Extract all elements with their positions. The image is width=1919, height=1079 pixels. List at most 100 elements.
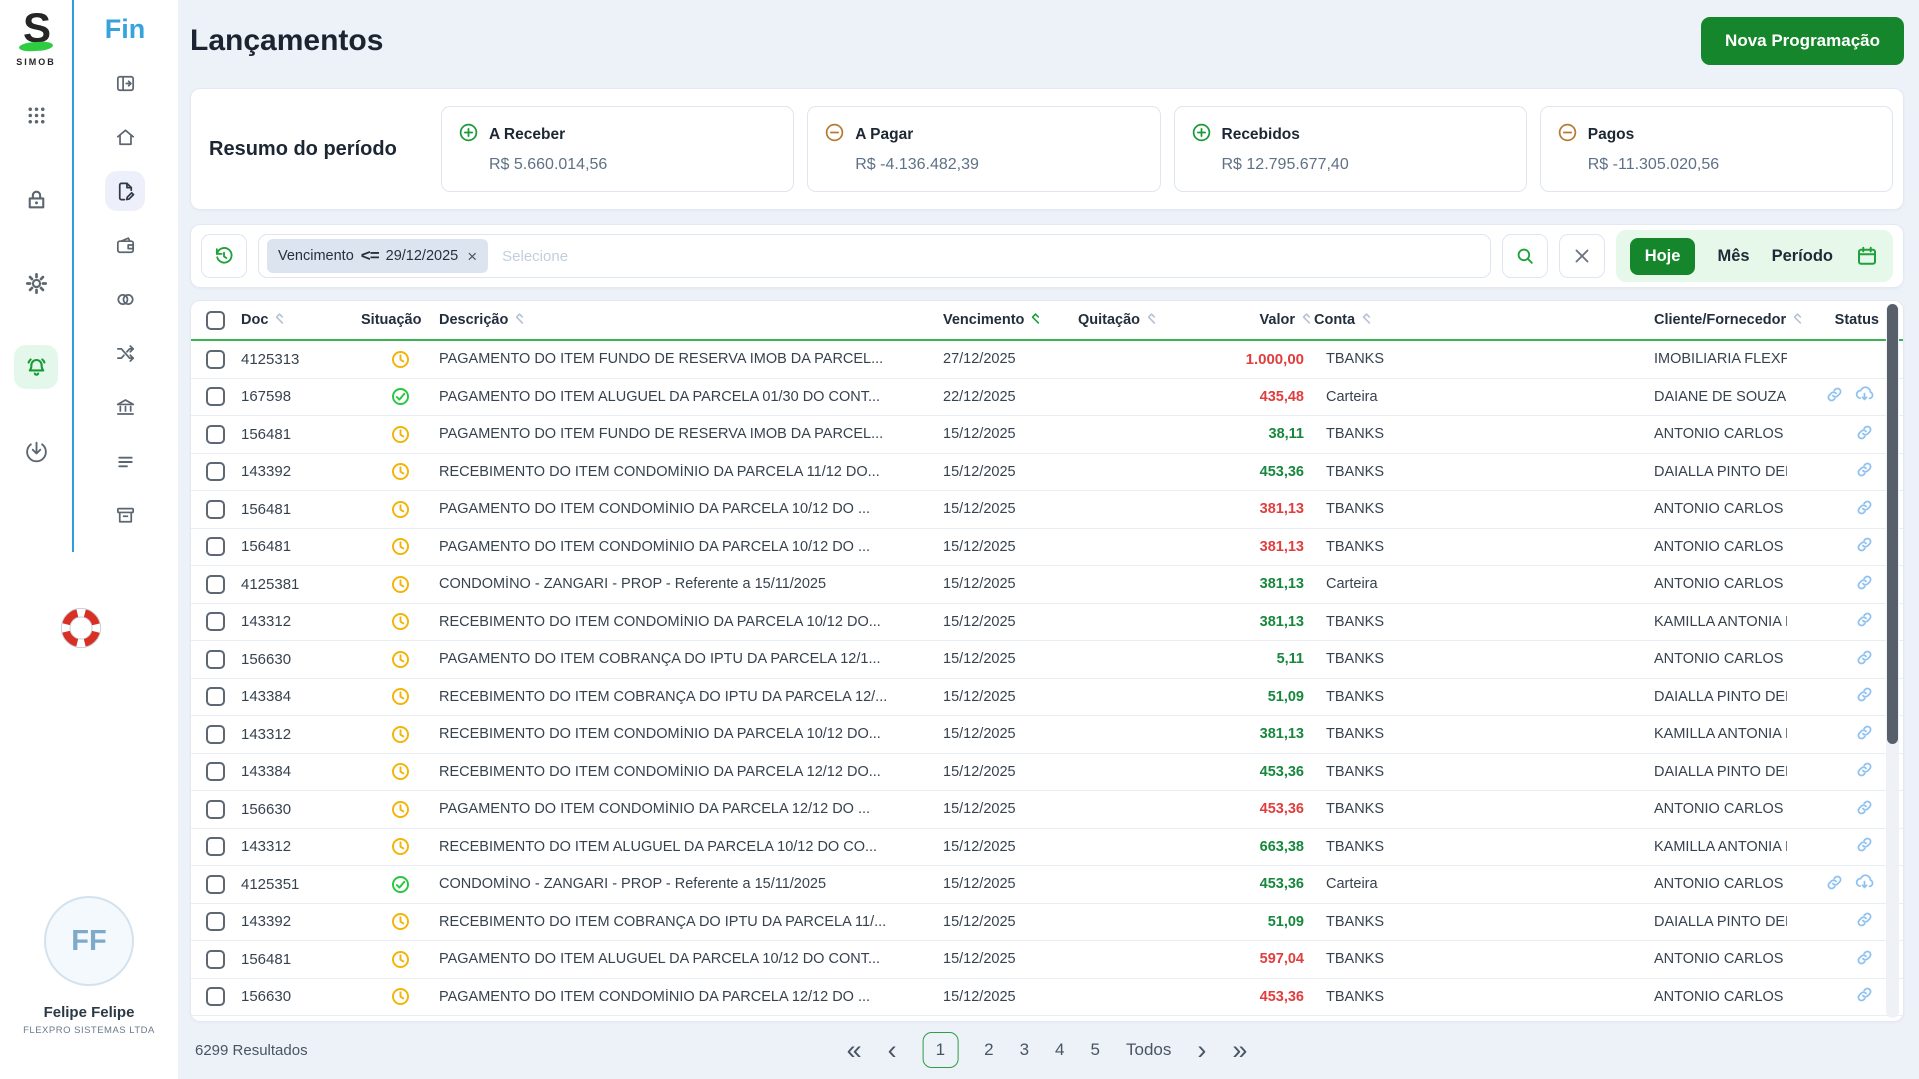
summary-card-3[interactable]: Pagos R$ -11.305.020,56	[1540, 106, 1893, 192]
bell-icon[interactable]	[14, 345, 58, 389]
cloud-download-icon[interactable]	[1854, 384, 1875, 409]
table-row[interactable]: 143384 RECEBIMENTO DO ITEM COBRANÇA DO I…	[191, 679, 1903, 717]
row-checkbox[interactable]	[206, 687, 225, 706]
column-header-3[interactable]: Vencimento	[943, 311, 1078, 330]
table-row[interactable]: 4125351 CONDOMÍNO - ZANGARI - PROP - Ref…	[191, 866, 1903, 904]
column-header-7[interactable]: Cliente/Fornecedor	[1542, 311, 1787, 330]
table-row[interactable]: 143384 RECEBIMENTO DO ITEM CONDOMÍNIO DA…	[191, 754, 1903, 792]
table-row[interactable]: 143312 RECEBIMENTO DO ITEM CONDOMÍNIO DA…	[191, 604, 1903, 642]
table-row[interactable]: 156630 PAGAMENTO DO ITEM CONDOMÍNIO DA P…	[191, 979, 1903, 1017]
wallet-icon[interactable]	[105, 225, 145, 265]
sort-icon[interactable]	[272, 311, 287, 330]
list-lines-icon[interactable]	[105, 441, 145, 481]
table-row[interactable]: 156481 PAGAMENTO DO ITEM ALUGUEL DA PARC…	[191, 941, 1903, 979]
row-checkbox[interactable]	[206, 800, 225, 819]
link-icon[interactable]	[1854, 534, 1875, 559]
range-mês-button[interactable]: Mês	[1717, 247, 1749, 266]
row-checkbox[interactable]	[206, 837, 225, 856]
prev-page-button[interactable]: ‹	[888, 1037, 897, 1064]
link-icon[interactable]	[1854, 647, 1875, 672]
link-icon[interactable]	[1854, 572, 1875, 597]
user-profile[interactable]: FF Felipe Felipe FLEXPRO SISTEMAS LTDA	[0, 896, 178, 1036]
page-button-1[interactable]: 1	[923, 1032, 958, 1068]
avatar[interactable]: FF	[44, 896, 134, 986]
link-icon[interactable]	[1854, 909, 1875, 934]
reset-filters-button[interactable]	[201, 234, 247, 278]
row-checkbox[interactable]	[206, 537, 225, 556]
first-page-button[interactable]: «	[847, 1037, 862, 1064]
column-header-1[interactable]: Situação	[361, 312, 439, 328]
row-checkbox[interactable]	[206, 575, 225, 594]
link-icon[interactable]	[1854, 834, 1875, 859]
row-checkbox[interactable]	[206, 762, 225, 781]
panel-expand-icon[interactable]	[105, 63, 145, 103]
page-button-3[interactable]: 3	[1020, 1040, 1029, 1060]
row-checkbox[interactable]	[206, 500, 225, 519]
shuffle-icon[interactable]	[105, 333, 145, 373]
table-row[interactable]: 156630 PAGAMENTO DO ITEM COBRANÇA DO IPT…	[191, 641, 1903, 679]
page-button-4[interactable]: 4	[1055, 1040, 1064, 1060]
row-checkbox[interactable]	[206, 912, 225, 931]
range-hoje-button[interactable]: Hoje	[1630, 238, 1696, 275]
select-all-checkbox[interactable]	[206, 311, 225, 330]
row-checkbox[interactable]	[206, 725, 225, 744]
table-row[interactable]: 143392 RECEBIMENTO DO ITEM COBRANÇA DO I…	[191, 904, 1903, 942]
download-icon[interactable]	[14, 429, 58, 473]
link-icon[interactable]	[1854, 459, 1875, 484]
summary-card-0[interactable]: A Receber R$ 5.660.014,56	[441, 106, 794, 192]
row-checkbox[interactable]	[206, 875, 225, 894]
column-header-0[interactable]: Doc	[241, 311, 361, 330]
lock-icon[interactable]	[14, 177, 58, 221]
table-row[interactable]: 4125381 CONDOMÍNO - ZANGARI - PROP - Ref…	[191, 566, 1903, 604]
archive-icon[interactable]	[105, 495, 145, 535]
sort-icon[interactable]	[512, 311, 527, 330]
summary-card-2[interactable]: Recebidos R$ 12.795.677,40	[1174, 106, 1527, 192]
table-row[interactable]: 156630 PAGAMENTO DO ITEM CONDOMÍNIO DA P…	[191, 791, 1903, 829]
table-row[interactable]: 143312 RECEBIMENTO DO ITEM CONDOMÍNIO DA…	[191, 716, 1903, 754]
filter-input[interactable]: Vencimento <= 29/12/2025 × Selecione	[258, 234, 1491, 278]
gear-icon[interactable]	[14, 261, 58, 305]
help-lifebuoy-icon[interactable]	[58, 605, 104, 651]
summary-card-1[interactable]: A Pagar R$ -4.136.482,39	[807, 106, 1160, 192]
link-icon[interactable]	[1854, 497, 1875, 522]
column-header-8[interactable]: Status	[1787, 312, 1879, 328]
apps-grid-icon[interactable]	[14, 93, 58, 137]
table-row[interactable]: 156481 PAGAMENTO DO ITEM CONDOMÍNIO DA P…	[191, 491, 1903, 529]
rings-icon[interactable]	[105, 279, 145, 319]
simob-logo[interactable]: S SIMOB	[16, 10, 56, 67]
chip-remove-icon[interactable]: ×	[467, 248, 477, 265]
link-icon[interactable]	[1854, 422, 1875, 447]
link-icon[interactable]	[1854, 684, 1875, 709]
row-checkbox[interactable]	[206, 387, 225, 406]
column-header-4[interactable]: Quitação	[1078, 311, 1196, 330]
home-icon[interactable]	[105, 117, 145, 157]
all-pages-button[interactable]: Todos	[1126, 1040, 1171, 1060]
column-header-2[interactable]: Descrição	[439, 311, 943, 330]
sort-icon[interactable]	[1359, 311, 1374, 330]
row-checkbox[interactable]	[206, 462, 225, 481]
range-período-button[interactable]: Período	[1772, 247, 1833, 266]
link-icon[interactable]	[1854, 947, 1875, 972]
sort-icon[interactable]	[1144, 311, 1159, 330]
table-row[interactable]: 167598 PAGAMENTO DO ITEM ALUGUEL DA PARC…	[191, 379, 1903, 417]
table-row[interactable]: 4125313 PAGAMENTO DO ITEM FUNDO DE RESER…	[191, 341, 1903, 379]
link-icon[interactable]	[1824, 384, 1845, 409]
file-edit-icon[interactable]	[105, 171, 145, 211]
link-icon[interactable]	[1854, 984, 1875, 1009]
table-row[interactable]: 143392 RECEBIMENTO DO ITEM CONDOMÍNIO DA…	[191, 454, 1903, 492]
calendar-icon[interactable]	[1855, 244, 1879, 268]
vertical-scrollbar[interactable]	[1886, 304, 1899, 1018]
sort-icon[interactable]	[1028, 311, 1043, 330]
link-icon[interactable]	[1854, 722, 1875, 747]
filter-chip[interactable]: Vencimento <= 29/12/2025 ×	[267, 239, 488, 273]
link-icon[interactable]	[1854, 759, 1875, 784]
table-row[interactable]: 156481 PAGAMENTO DO ITEM FUNDO DE RESERV…	[191, 416, 1903, 454]
row-checkbox[interactable]	[206, 350, 225, 369]
row-checkbox[interactable]	[206, 950, 225, 969]
clear-search-button[interactable]	[1559, 234, 1605, 278]
row-checkbox[interactable]	[206, 612, 225, 631]
scrollbar-thumb[interactable]	[1887, 304, 1898, 744]
table-row[interactable]: 156481 PAGAMENTO DO ITEM CONDOMÍNIO DA P…	[191, 529, 1903, 567]
next-page-button[interactable]: ›	[1197, 1037, 1206, 1064]
row-checkbox[interactable]	[206, 987, 225, 1006]
